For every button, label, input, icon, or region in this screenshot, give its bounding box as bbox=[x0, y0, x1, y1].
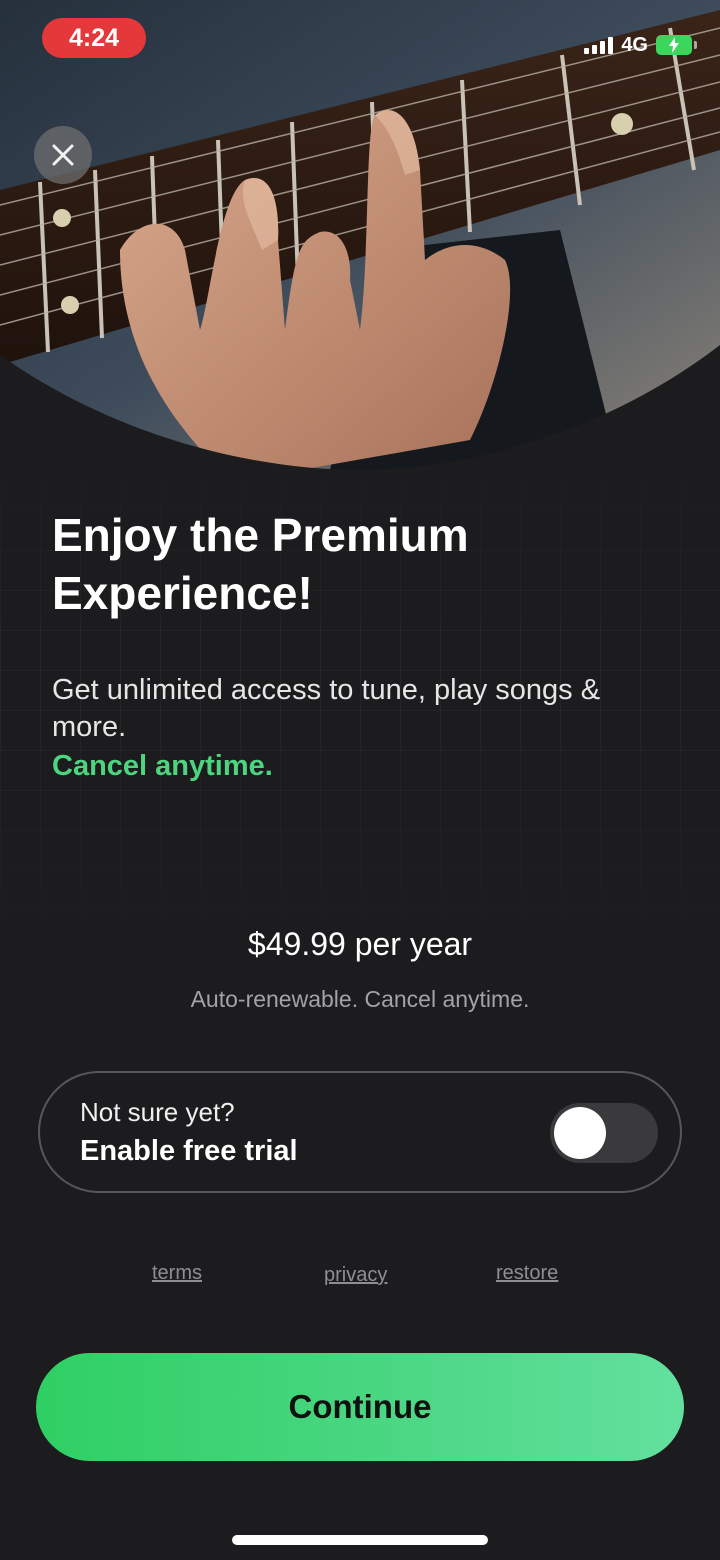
trial-label: Enable free trial bbox=[80, 1135, 298, 1167]
network-label: 4G bbox=[621, 33, 648, 56]
hero-image bbox=[0, 0, 720, 470]
price-label: $49.99 per year bbox=[247, 926, 473, 962]
home-indicator bbox=[232, 1535, 488, 1545]
cancel-note: Cancel anytime. bbox=[52, 750, 273, 782]
status-time: 4:24 bbox=[42, 18, 146, 58]
restore-link[interactable]: restore bbox=[496, 1262, 558, 1285]
subtitle: Get unlimited access to tune, play songs… bbox=[52, 674, 601, 743]
privacy-link[interactable]: privacy bbox=[324, 1264, 387, 1287]
continue-button[interactable]: Continue bbox=[36, 1353, 684, 1461]
battery-charging-icon bbox=[656, 35, 697, 55]
free-trial-card[interactable]: Not sure yet? Enable free trial bbox=[38, 1071, 682, 1193]
toggle-knob bbox=[554, 1107, 606, 1159]
signal-icon bbox=[584, 36, 614, 54]
guitar-illustration bbox=[0, 0, 720, 470]
trial-question: Not sure yet? bbox=[80, 1097, 235, 1127]
status-indicators: 4G bbox=[584, 30, 697, 60]
close-icon bbox=[52, 144, 74, 166]
page-title: Enjoy the Premium Experience! bbox=[52, 509, 469, 619]
terms-link[interactable]: terms bbox=[152, 1262, 202, 1285]
close-button[interactable] bbox=[34, 126, 92, 184]
free-trial-toggle[interactable] bbox=[550, 1103, 658, 1163]
renew-note: Auto-renewable. Cancel anytime. bbox=[190, 986, 530, 1012]
